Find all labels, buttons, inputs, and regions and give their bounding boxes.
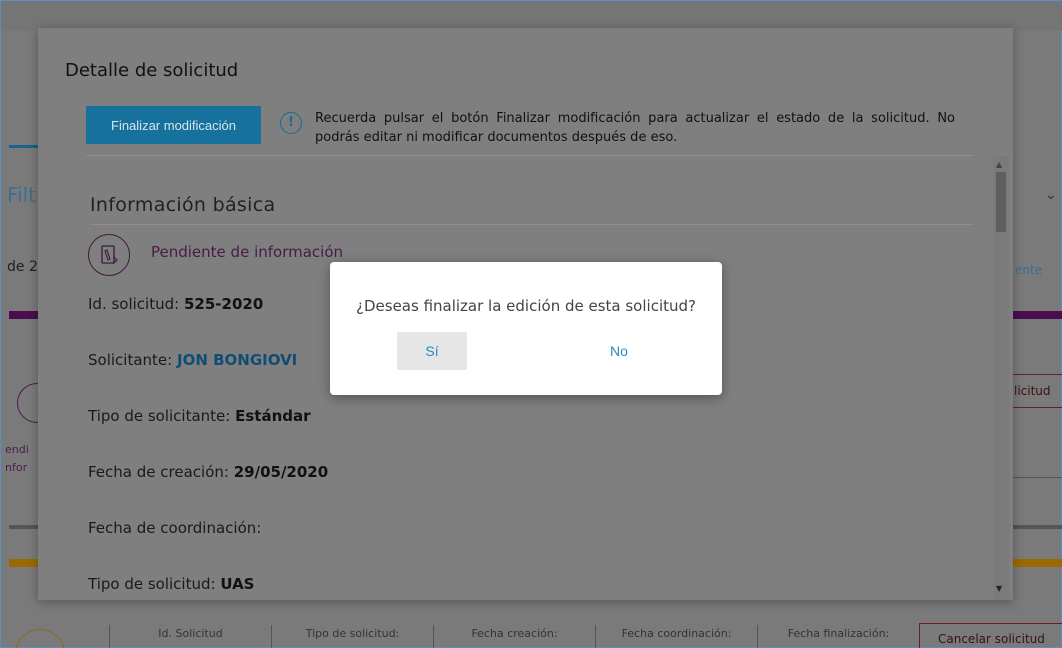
divider-left	[9, 525, 41, 529]
status-band-orange-left	[9, 559, 41, 567]
cancel-request-button[interactable]: Cancelar solicitud	[919, 623, 1062, 648]
field-value: Estándar	[235, 407, 311, 425]
applicant-link[interactable]: JON BONGIOVI	[177, 351, 297, 369]
status-band-orange-right	[1013, 559, 1062, 567]
field-label: Tipo de solicitud:	[88, 575, 216, 593]
divider-right	[1013, 525, 1062, 529]
chevron-down-icon: ⌄	[1045, 187, 1057, 203]
field-value: 29/05/2020	[233, 463, 329, 481]
field-coordination-date: Fecha de coordinación:	[88, 519, 261, 537]
field-label: Tipo de solicitante:	[88, 407, 231, 425]
scrollbar-thumb[interactable]	[996, 172, 1006, 232]
field-creation-date: Fecha de creación: 29/05/2020	[88, 463, 328, 481]
confirm-question: ¿Deseas finalizar la edición de esta sol…	[356, 297, 696, 315]
background-header	[1, 1, 1062, 31]
confirm-dialog: ¿Deseas finalizar la edición de esta sol…	[330, 262, 722, 395]
field-applicant: Solicitante: JON BONGIOVI	[88, 351, 297, 369]
info-message: Recuerda pulsar el botón Finalizar modif…	[315, 111, 955, 145]
info-circle-icon: !	[280, 112, 302, 134]
background-divider	[1009, 477, 1062, 478]
table-header-cell: Id. Solicitud	[109, 625, 271, 648]
field-value: 525-2020	[183, 295, 264, 313]
field-label: Fecha de coordinación:	[88, 519, 262, 537]
field-label: Id. solicitud:	[88, 295, 180, 313]
background-filter-label: Filt	[7, 183, 37, 207]
table-header-cell: Fecha creación:	[433, 625, 595, 648]
status-circle-icon-2	[15, 629, 65, 648]
field-request-id: Id. solicitud: 525-2020	[88, 295, 263, 313]
background-tab-indicator	[9, 145, 41, 148]
status-label-line1: endi	[5, 443, 29, 456]
section-divider	[90, 224, 973, 225]
field-label: Solicitante:	[88, 351, 173, 369]
section-title: Información básica	[90, 194, 276, 216]
field-label: Fecha de creación:	[88, 463, 229, 481]
field-request-type: Tipo de solicitud: UAS	[88, 575, 254, 593]
background-count: de 2	[7, 259, 38, 275]
background-status-label: endi nfor	[5, 441, 29, 477]
scrollbar[interactable]: ▲ ▼	[993, 156, 1009, 600]
table-header-cell: Tipo de solicitud:	[271, 625, 433, 648]
status-band-purple-right	[1013, 311, 1062, 319]
scroll-up-arrow-icon[interactable]: ▲	[996, 160, 1002, 169]
status-label: Pendiente de información	[151, 243, 344, 261]
field-applicant-type: Tipo de solicitante: Estándar	[88, 407, 311, 425]
status-label-line2: nfor	[5, 461, 28, 474]
table-header-cell: Fecha coordinación:	[595, 625, 757, 648]
confirm-no-button[interactable]: No	[584, 332, 654, 370]
table-header-cell: Fecha finalización:	[757, 625, 919, 648]
field-value: UAS	[220, 575, 255, 593]
finalize-modification-button[interactable]: Finalizar modificación	[86, 106, 261, 144]
modal-title: Detalle de solicitud	[65, 60, 239, 81]
background-table-header: Id. Solicitud Tipo de solicitud: Fecha c…	[109, 625, 919, 648]
status-band-purple-left	[9, 311, 41, 319]
scroll-down-arrow-icon[interactable]: ▼	[996, 584, 1002, 593]
background-sort-label: ente	[1015, 263, 1043, 277]
document-edit-icon	[88, 234, 130, 276]
confirm-yes-button[interactable]: Sí	[397, 332, 467, 370]
